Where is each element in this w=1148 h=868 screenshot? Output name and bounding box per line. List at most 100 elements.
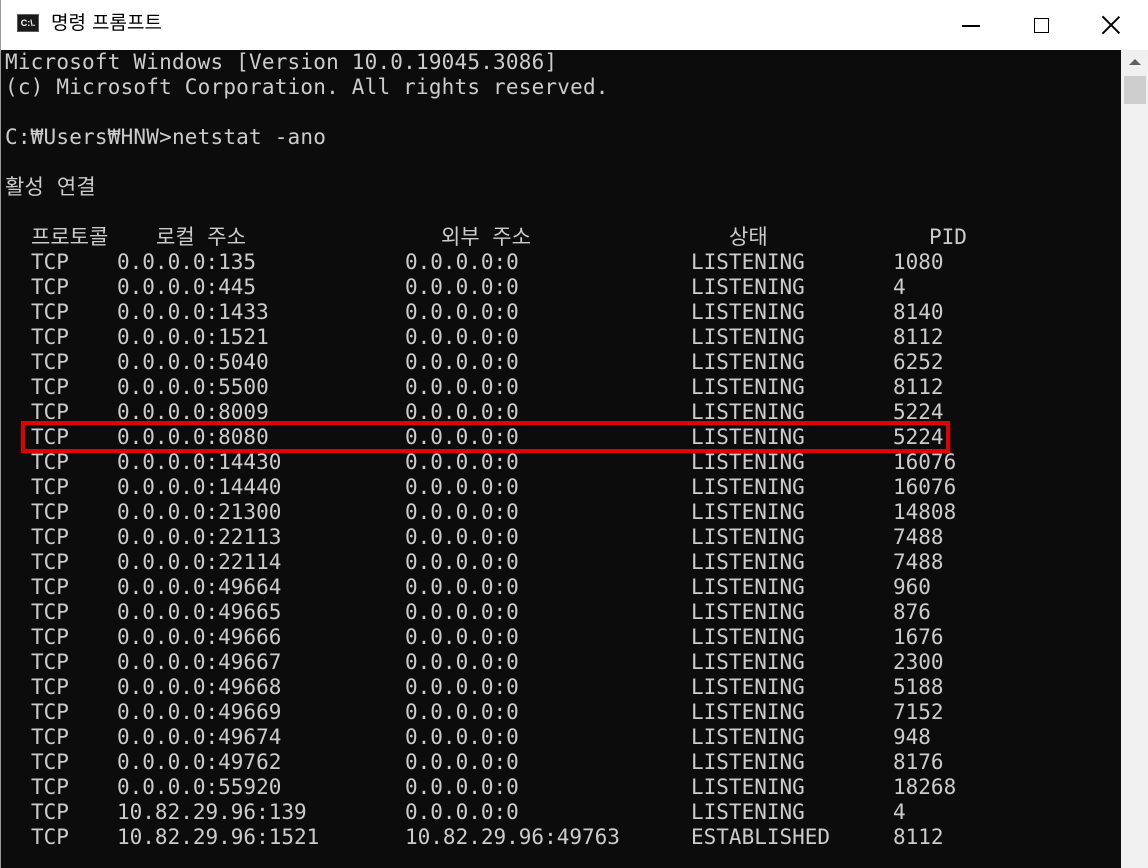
table-row: TCP 0.0.0.0:14430 0.0.0.0:0 LISTENING 16076 xyxy=(1,450,1121,475)
cell-pid: 4 xyxy=(893,800,906,824)
cell-pid: 8176 xyxy=(893,750,944,774)
cell-proto: TCP xyxy=(31,325,69,349)
cell-state: LISTENING xyxy=(691,725,805,749)
cell-foreign: 0.0.0.0:0 xyxy=(405,450,519,474)
cell-state: LISTENING xyxy=(691,450,805,474)
cell-foreign: 0.0.0.0:0 xyxy=(405,250,519,274)
cell-local: 0.0.0.0:22113 xyxy=(117,525,282,549)
header-state: 상태 xyxy=(729,225,768,249)
cell-proto: TCP xyxy=(31,775,69,799)
cmd-app-icon[interactable]: C:\. xyxy=(17,14,39,32)
cell-proto: TCP xyxy=(31,800,69,824)
cell-foreign: 0.0.0.0:0 xyxy=(405,550,519,574)
cell-pid: 1080 xyxy=(893,250,944,274)
maximize-button[interactable] xyxy=(1009,0,1073,50)
cell-foreign: 0.0.0.0:0 xyxy=(405,650,519,674)
cell-state: LISTENING xyxy=(691,250,805,274)
cell-proto: TCP xyxy=(31,650,69,674)
cell-pid: 7488 xyxy=(893,550,944,574)
cell-pid: 8140 xyxy=(893,300,944,324)
cell-proto: TCP xyxy=(31,625,69,649)
table-row: TCP 0.0.0.0:1433 0.0.0.0:0 LISTENING 8140 xyxy=(1,300,1121,325)
cell-pid: 948 xyxy=(893,725,931,749)
cell-state: LISTENING xyxy=(691,650,805,674)
cell-state: LISTENING xyxy=(691,325,805,349)
cell-pid: 4 xyxy=(893,275,906,299)
cell-local: 0.0.0.0:1521 xyxy=(117,325,269,349)
cell-proto: TCP xyxy=(31,500,69,524)
minimize-button[interactable] xyxy=(939,0,1003,50)
cell-pid: 7152 xyxy=(893,700,944,724)
cell-local: 0.0.0.0:49665 xyxy=(117,600,282,624)
scroll-up-button[interactable] xyxy=(1121,50,1148,74)
cell-local: 0.0.0.0:135 xyxy=(117,250,257,274)
cell-proto: TCP xyxy=(31,275,69,299)
table-row: TCP 0.0.0.0:22113 0.0.0.0:0 LISTENING 7488 xyxy=(1,525,1121,550)
cell-proto: TCP xyxy=(31,375,69,399)
cell-state: LISTENING xyxy=(691,550,805,574)
cell-state: LISTENING xyxy=(691,375,805,399)
cell-foreign: 0.0.0.0:0 xyxy=(405,300,519,324)
cell-pid: 16076 xyxy=(893,475,957,499)
table-header-row: 프로토콜 로컬 주소 외부 주소 상태 PID xyxy=(1,225,1121,250)
cell-state: LISTENING xyxy=(691,600,805,624)
cell-pid: 5188 xyxy=(893,675,944,699)
cell-state: LISTENING xyxy=(691,800,805,824)
arrow-up-icon xyxy=(1129,59,1141,65)
cell-local: 10.82.29.96:1521 xyxy=(117,825,320,849)
cell-pid: 960 xyxy=(893,575,931,599)
cell-foreign: 0.0.0.0:0 xyxy=(405,775,519,799)
cell-state: LISTENING xyxy=(691,475,805,499)
cell-local: 0.0.0.0:49762 xyxy=(117,750,282,774)
section-heading: 활성 연결 xyxy=(5,175,96,199)
table-row: TCP 0.0.0.0:49665 0.0.0.0:0 LISTENING 876 xyxy=(1,600,1121,625)
cell-pid: 1676 xyxy=(893,625,944,649)
table-row: TCP 0.0.0.0:55920 0.0.0.0:0 LISTENING 18268 xyxy=(1,775,1121,800)
cell-foreign: 0.0.0.0:0 xyxy=(405,575,519,599)
table-row: TCP 0.0.0.0:135 0.0.0.0:0 LISTENING 1080 xyxy=(1,250,1121,275)
scroll-thumb[interactable] xyxy=(1124,76,1146,104)
cell-local: 0.0.0.0:49666 xyxy=(117,625,282,649)
cell-foreign: 0.0.0.0:0 xyxy=(405,475,519,499)
table-row: TCP 0.0.0.0:445 0.0.0.0:0 LISTENING 4 xyxy=(1,275,1121,300)
table-row: TCP 0.0.0.0:1521 0.0.0.0:0 LISTENING 8112 xyxy=(1,325,1121,350)
cell-proto: TCP xyxy=(31,600,69,624)
vertical-scrollbar[interactable] xyxy=(1121,50,1148,868)
maximize-icon xyxy=(1033,17,1049,33)
close-button[interactable] xyxy=(1079,0,1143,50)
cell-pid: 16076 xyxy=(893,450,957,474)
cell-foreign: 0.0.0.0:0 xyxy=(405,700,519,724)
cell-foreign: 0.0.0.0:0 xyxy=(405,600,519,624)
version-line: Microsoft Windows [Version 10.0.19045.30… xyxy=(5,50,558,74)
table-row: TCP 0.0.0.0:49669 0.0.0.0:0 LISTENING 7152 xyxy=(1,700,1121,725)
cell-foreign: 0.0.0.0:0 xyxy=(405,325,519,349)
title-bar[interactable]: C:\. 명령 프롬프트 xyxy=(1,0,1148,50)
cell-pid: 14808 xyxy=(893,500,957,524)
cell-proto: TCP xyxy=(31,825,69,849)
table-row: TCP 0.0.0.0:49674 0.0.0.0:0 LISTENING 948 xyxy=(1,725,1121,750)
cell-proto: TCP xyxy=(31,475,69,499)
cell-local: 0.0.0.0:14440 xyxy=(117,475,282,499)
cell-local: 0.0.0.0:445 xyxy=(117,275,257,299)
cell-pid: 876 xyxy=(893,600,931,624)
table-row: TCP 0.0.0.0:49667 0.0.0.0:0 LISTENING 2300 xyxy=(1,650,1121,675)
cell-local: 0.0.0.0:21300 xyxy=(117,500,282,524)
table-row: TCP 0.0.0.0:5500 0.0.0.0:0 LISTENING 8112 xyxy=(1,375,1121,400)
table-row: TCP 0.0.0.0:21300 0.0.0.0:0 LISTENING 14808 xyxy=(1,500,1121,525)
cell-proto: TCP xyxy=(31,575,69,599)
cell-local: 0.0.0.0:55920 xyxy=(117,775,282,799)
cell-local: 0.0.0.0:5500 xyxy=(117,375,269,399)
cell-state: LISTENING xyxy=(691,750,805,774)
cell-foreign: 0.0.0.0:0 xyxy=(405,375,519,399)
cell-pid: 8112 xyxy=(893,825,944,849)
cell-pid: 8112 xyxy=(893,375,944,399)
cell-state: ESTABLISHED xyxy=(691,825,831,849)
cell-local: 0.0.0.0:49664 xyxy=(117,575,282,599)
console-output[interactable]: Microsoft Windows [Version 10.0.19045.30… xyxy=(1,50,1121,868)
header-pid: PID xyxy=(929,225,967,249)
minimize-icon xyxy=(962,25,980,27)
cell-state: LISTENING xyxy=(691,775,805,799)
cell-foreign: 0.0.0.0:0 xyxy=(405,800,519,824)
cell-proto: TCP xyxy=(31,675,69,699)
cell-local: 0.0.0.0:1433 xyxy=(117,300,269,324)
